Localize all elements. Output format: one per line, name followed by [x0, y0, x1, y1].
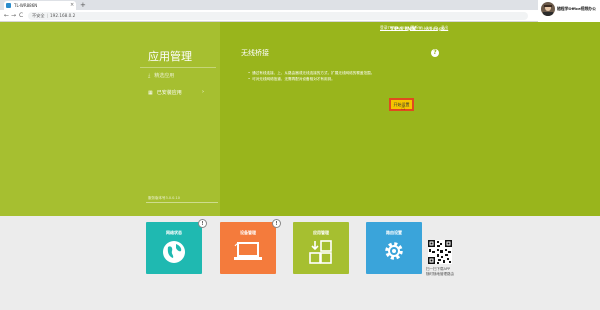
- profile-name: 随程学Office视频办公: [557, 6, 596, 11]
- version-text: 服务版本号3.0.0.10: [148, 196, 180, 200]
- content-title: 无线桥接: [241, 49, 269, 57]
- laptop-icon: [234, 242, 262, 260]
- logout-link[interactable]: 退出: [441, 25, 449, 30]
- forward-icon[interactable]: →: [11, 10, 16, 22]
- address-bar: ← → C 不安全 | 192.168.0.2: [0, 10, 600, 22]
- browser-tab[interactable]: TL-WR886N ×: [4, 1, 76, 10]
- top-links: 登录TP-LINK ID 更新TP-LINK ID 退出: [380, 25, 451, 31]
- sidebar-title: 应用管理: [148, 50, 192, 63]
- expand-arrow-icon[interactable]: ›: [202, 89, 204, 95]
- qr-caption: 扫一扫下载APP 随时随地管理路由: [426, 267, 454, 276]
- tile-network-status[interactable]: 网络状态 !: [146, 219, 207, 274]
- tab-strip: [0, 0, 600, 10]
- tile-label: 设备管理: [240, 230, 256, 235]
- globe-icon: [163, 241, 185, 263]
- apps-grid-icon: [309, 240, 332, 264]
- tile-label: 路由设置: [386, 230, 402, 235]
- gear-icon: [385, 242, 403, 260]
- help-icon[interactable]: ?: [431, 49, 439, 57]
- sidebar-divider: [140, 67, 216, 68]
- sidebar-item-installed-apps[interactable]: ▦ 已安装应用: [148, 89, 182, 96]
- tab-close-icon[interactable]: ×: [70, 1, 74, 10]
- tile-app-management[interactable]: 应用管理: [293, 222, 349, 274]
- back-icon[interactable]: ←: [4, 10, 9, 22]
- alert-badge: !: [272, 219, 281, 228]
- download-icon: ⤓: [148, 73, 151, 79]
- tile-device-management[interactable]: 设备管理 !: [220, 219, 281, 274]
- new-tab-button[interactable]: +: [80, 0, 86, 10]
- update-link[interactable]: 更新TP-LINK ID: [410, 25, 437, 30]
- pointer-cursor-icon: ☝: [401, 104, 406, 112]
- main-panel: [220, 22, 600, 216]
- sidebar-item-featured-apps[interactable]: ⤓ 精选应用: [148, 72, 174, 79]
- url-text: 192.168.0.2: [50, 13, 76, 18]
- alert-badge: !: [198, 219, 207, 228]
- qr-code: [428, 240, 452, 264]
- url-field[interactable]: 不安全 | 192.168.0.2: [28, 12, 528, 20]
- security-label: 不安全: [32, 13, 45, 18]
- favicon-icon: [6, 3, 11, 8]
- tab-title: TL-WR886N: [14, 3, 38, 8]
- tile-route-settings[interactable]: 路由设置: [366, 222, 422, 274]
- reload-icon[interactable]: C: [19, 10, 23, 22]
- login-link[interactable]: 登录TP-LINK ID: [380, 25, 407, 30]
- description-list: 通过有线连接、上、从路由器或无线连接的方式，扩展无线网络的覆盖范围。 可对无线网…: [248, 70, 374, 82]
- tile-label: 网络状态: [166, 230, 182, 235]
- description-item: 可对无线网络信道，无需再配对设备相对才有用到。: [248, 76, 374, 82]
- avatar[interactable]: [541, 2, 555, 16]
- footer-divider: [146, 202, 218, 203]
- tile-label: 应用管理: [313, 230, 329, 235]
- grid-icon: ▦: [148, 90, 153, 96]
